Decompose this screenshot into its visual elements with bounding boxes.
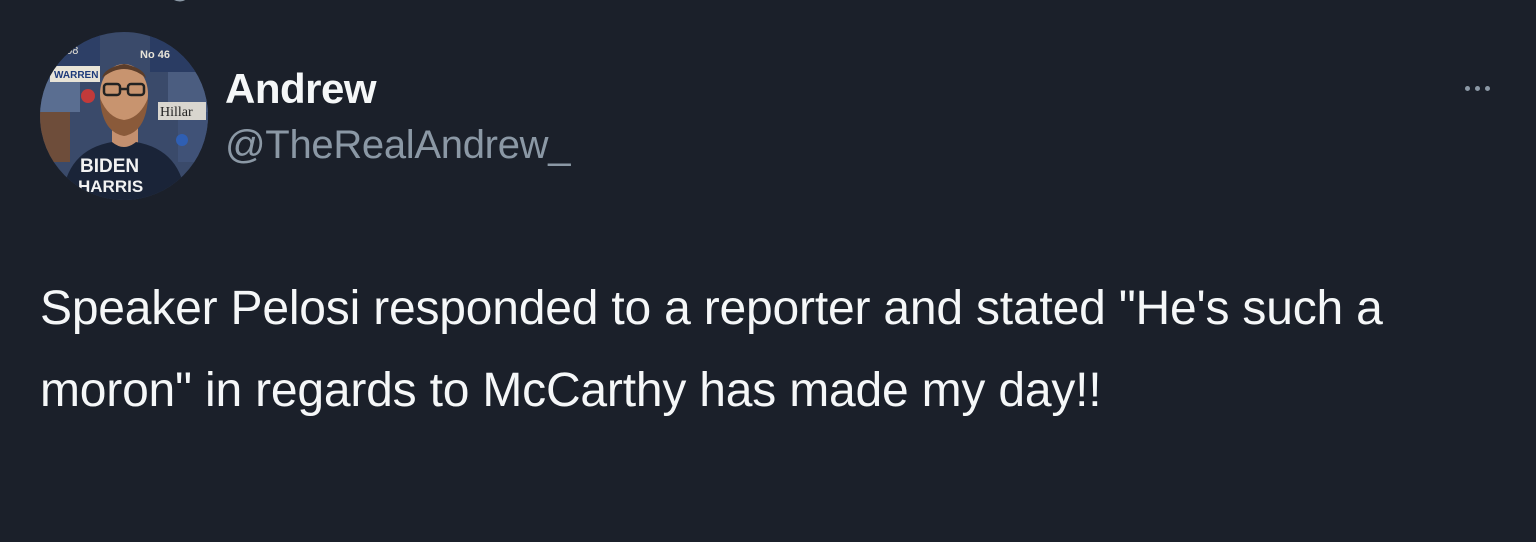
more-horizontal-icon: [1474, 85, 1480, 91]
more-horizontal-icon: [1464, 85, 1470, 91]
more-horizontal-icon: [1484, 85, 1490, 91]
tweet-text: Speaker Pelosi responded to a reporter a…: [40, 282, 1383, 417]
avatar-shirt-biden-text: BIDEN: [80, 156, 139, 177]
avatar-shirt-harris-text: HARRIS: [78, 177, 143, 196]
reply-context-icon: [174, 0, 186, 2]
avatar-year-text: '08: [64, 45, 78, 57]
avatar-hillary-text: Hillar: [160, 105, 193, 120]
author-display-name[interactable]: Andrew: [225, 64, 377, 114]
avatar-warren-text: WARREN: [54, 70, 98, 81]
avatar[interactable]: WARREN Hillar '08 No 46 BIDEN HARRIS: [40, 32, 208, 200]
profile-photo-icon: WARREN Hillar '08 No 46 BIDEN HARRIS: [40, 32, 208, 200]
more-options-button[interactable]: [1452, 70, 1502, 106]
author-handle[interactable]: @TheRealAndrew_: [225, 120, 570, 170]
tweet-card: WARREN Hillar '08 No 46 BIDEN HARRIS And…: [0, 0, 1536, 542]
avatar-number-text: No 46: [140, 49, 170, 61]
